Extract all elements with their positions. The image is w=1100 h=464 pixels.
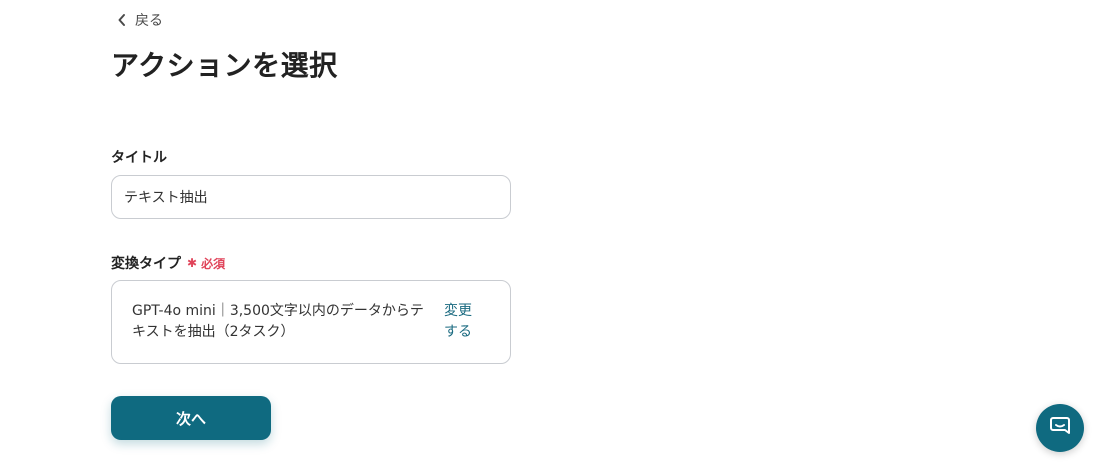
selected-type-line-1: GPT-4o mini｜3,500文字以内のデータからテ xyxy=(132,303,424,319)
chat-bubble-icon xyxy=(1048,414,1072,442)
change-type-link[interactable]: 変更 する xyxy=(444,301,478,343)
next-button[interactable]: 次へ xyxy=(111,396,271,440)
selected-type-line-2: キストを抽出（2タスク） xyxy=(132,324,295,340)
required-badge: 必須 xyxy=(201,256,226,271)
selected-conversion-type: GPT-4o mini｜3,500文字以内のデータからテ キストを抽出（2タスク… xyxy=(132,301,432,343)
conversion-type-selector: GPT-4o mini｜3,500文字以内のデータからテ キストを抽出（2タスク… xyxy=(111,280,511,364)
chevron-left-icon xyxy=(117,13,127,27)
title-label-text: タイトル xyxy=(111,150,167,166)
action-select-page: 戻る アクションを選択 タイトル 変換タイプ ✱ 必須 GPT-4o mini｜… xyxy=(0,0,1100,464)
chat-launcher-button[interactable] xyxy=(1036,404,1084,452)
page-title: アクションを選択 xyxy=(111,49,338,82)
required-asterisk-icon: ✱ xyxy=(187,256,198,270)
type-label-text: 変換タイプ xyxy=(111,256,181,272)
change-link-line-2: する xyxy=(444,324,472,340)
change-link-line-1: 変更 xyxy=(444,303,472,319)
title-field-label: タイトル xyxy=(111,147,167,167)
back-label: 戻る xyxy=(135,13,163,29)
title-input[interactable] xyxy=(111,175,511,219)
type-field-label: 変換タイプ ✱ 必須 xyxy=(111,253,225,273)
back-link[interactable]: 戻る xyxy=(117,10,163,30)
